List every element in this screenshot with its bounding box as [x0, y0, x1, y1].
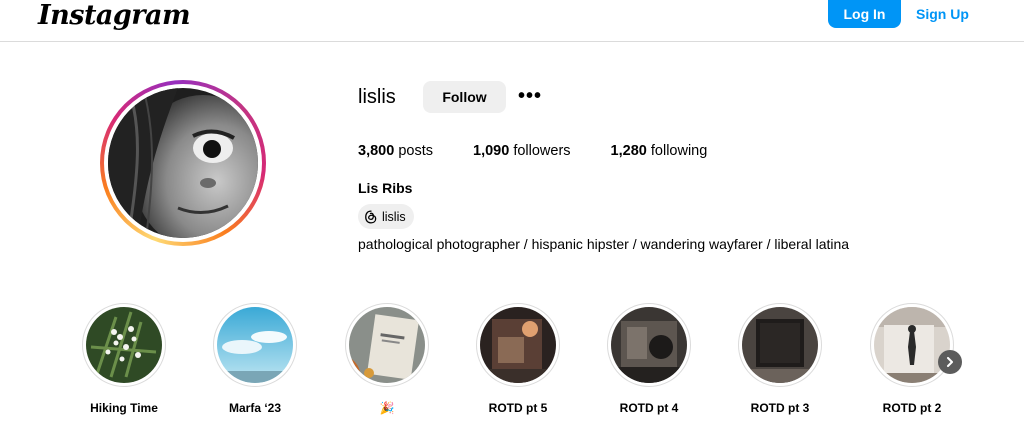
highlight-cover [480, 307, 556, 383]
highlight-item[interactable]: Marfa ‘23 [205, 303, 305, 415]
profile-bio: pathological photographer / hispanic hip… [358, 236, 850, 252]
highlight-label: ROTD pt 4 [619, 401, 679, 415]
highlight-item[interactable]: Hiking Time [74, 303, 174, 415]
highlight-label: ROTD pt 2 [882, 401, 942, 415]
highlight-cover [217, 307, 293, 383]
threads-link[interactable]: lislis [358, 204, 414, 229]
highlight-item[interactable]: ROTD pt 4 [599, 303, 699, 415]
highlight-item[interactable]: ROTD pt 5 [468, 303, 568, 415]
posts-stat: 3,800 posts [358, 143, 433, 159]
highlight-item[interactable]: ROTD pt 3 [730, 303, 830, 415]
threads-handle: lislis [382, 209, 406, 224]
profile-avatar-ring[interactable] [100, 80, 266, 246]
profile-full-name: Lis Ribs [358, 180, 413, 196]
highlight-item[interactable]: 🎉 [337, 303, 437, 415]
profile-avatar [108, 88, 258, 238]
highlight-cover [349, 307, 425, 383]
followers-stat[interactable]: 1,090 followers [473, 143, 571, 159]
followers-label: followers [513, 143, 571, 159]
highlight-label: Marfa ‘23 [228, 401, 282, 415]
followers-count: 1,090 [473, 143, 510, 159]
posts-count: 3,800 [358, 143, 395, 159]
more-options-icon[interactable]: ••• [518, 86, 544, 106]
highlight-label: ROTD pt 3 [750, 401, 810, 415]
highlight-cover [611, 307, 687, 383]
highlight-label: Hiking Time [90, 401, 158, 415]
highlight-cover [874, 307, 950, 383]
top-navigation-bar: Instagram Log In Sign Up [0, 0, 1024, 42]
chevron-right-icon [947, 357, 953, 367]
following-stat[interactable]: 1,280 following [611, 143, 708, 159]
highlight-label: ROTD pt 5 [488, 401, 548, 415]
profile-stats: 3,800 posts 1,090 followers 1,280 follow… [358, 143, 747, 159]
threads-icon [365, 210, 377, 223]
highlights-next-button[interactable] [938, 350, 962, 374]
highlight-label: 🎉 [379, 401, 395, 415]
following-count: 1,280 [610, 143, 647, 159]
following-label: following [650, 143, 708, 159]
profile-username: lislis [358, 86, 396, 108]
posts-label: posts [398, 143, 433, 159]
instagram-logo[interactable]: Instagram [38, 0, 191, 32]
login-button[interactable]: Log In [828, 0, 901, 28]
follow-button[interactable]: Follow [423, 81, 506, 113]
highlight-cover [742, 307, 818, 383]
signup-link[interactable]: Sign Up [916, 6, 969, 22]
highlight-cover [86, 307, 162, 383]
